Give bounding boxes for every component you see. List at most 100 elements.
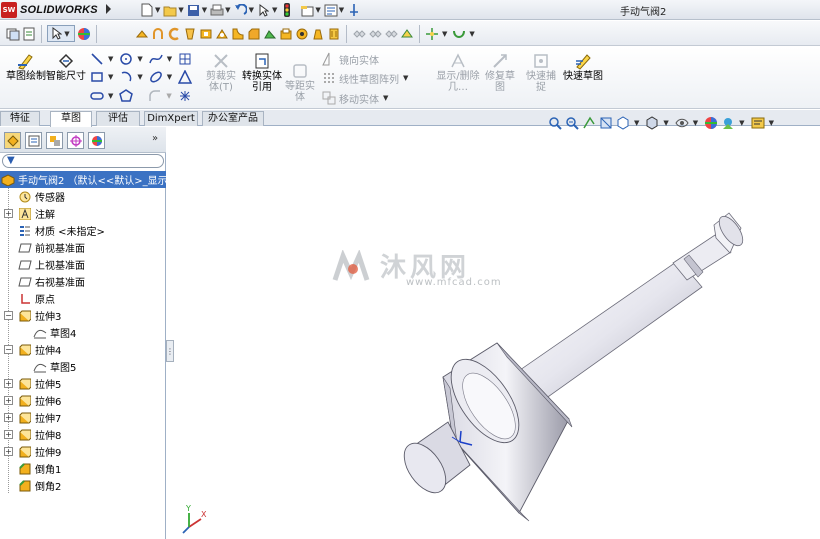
tree-item-extrude7[interactable]: + 拉伸7 [0,409,166,426]
rebuild-traffic-light-icon[interactable] [280,3,294,17]
expand-toggle-icon[interactable]: + [4,430,13,439]
tree-item-sensors[interactable]: 传感器 [0,188,166,205]
hole-wizard-icon[interactable] [295,27,309,41]
curves-icon[interactable] [452,27,466,41]
expand-toggle-icon[interactable]: + [4,447,13,456]
zoom-to-area-icon[interactable] [565,116,579,130]
expand-toggle-icon[interactable]: + [4,396,13,405]
move-dropdown-arrow[interactable]: ▼ [383,94,388,102]
collapse-toggle-icon[interactable]: − [4,345,13,354]
tree-item-top-plane[interactable]: 上视基准面 [0,256,166,273]
tab-office-products[interactable]: 办公室产品 [202,111,264,126]
text-icon[interactable] [178,70,193,84]
wrap-icon[interactable] [327,27,341,41]
tree-item-chamfer1[interactable]: 倒角1 [0,460,166,477]
document-icon[interactable] [22,27,36,41]
print-dropdown-arrow[interactable]: ▼ [225,6,230,14]
open-dropdown-arrow[interactable]: ▼ [178,6,183,14]
undo-icon[interactable] [234,3,248,17]
expand-toggle-icon[interactable]: + [4,413,13,422]
slot-icon[interactable] [90,89,104,103]
cut-revolve-icon[interactable] [215,27,229,41]
chamfer-icon[interactable] [247,27,261,41]
tab-features[interactable]: 特征 [0,111,40,126]
tree-item-extrude4[interactable]: − 拉伸4 [0,341,166,358]
mirror-entities-item[interactable]: 镜向实体 [322,51,379,67]
pin-icon[interactable] [347,3,361,17]
smart-dimension-button[interactable]: 智能尺寸 [46,51,86,82]
loft-boss-icon[interactable] [183,27,197,41]
scene-dropdown-arrow[interactable]: ▼ [739,119,744,127]
offset-entities-button[interactable]: 等距实体 [282,61,318,103]
tree-item-annotations[interactable]: + 注解 [0,205,166,222]
view-orientation-icon[interactable] [616,116,630,130]
fillet-icon[interactable] [231,27,245,41]
select-cursor-icon[interactable] [257,3,271,17]
hide-show-items-icon[interactable] [675,116,689,130]
linear-pattern-icon[interactable] [352,27,366,41]
graphics-viewport[interactable]: X Y [167,127,820,539]
revolve-boss-icon[interactable] [151,27,165,41]
layer-icon[interactable] [6,27,20,41]
save-icon[interactable] [187,3,201,17]
panel-collapse-handle[interactable]: ⋮ [166,340,174,362]
reference-dropdown-arrow[interactable]: ▼ [442,30,447,38]
apply-scene-icon[interactable] [721,116,735,130]
rapid-sketch-button[interactable]: 快速草图 [563,51,603,82]
tab-evaluate[interactable]: 评估 [96,111,140,126]
line-icon[interactable] [90,52,104,66]
draft-icon[interactable] [311,27,325,41]
move-entities-item[interactable]: 移动实体 ▼ [322,90,391,106]
sketch-button[interactable]: 草图绘制 [6,51,46,82]
tab-dimxpert[interactable]: DimXpert [144,111,198,126]
save-dropdown-arrow[interactable]: ▼ [202,6,207,14]
properties-dropdown-arrow[interactable]: ▼ [315,6,320,14]
tab-sketch[interactable]: 草图 [50,111,92,127]
rectangle-icon[interactable] [90,70,104,84]
quick-snaps-button[interactable]: 快速捕捉 [522,51,560,93]
extrude-boss-icon[interactable] [135,27,149,41]
more-tabs-chevron-icon[interactable]: » [152,133,158,144]
tree-filter-input[interactable]: ▼ [2,154,164,168]
options-icon[interactable] [324,3,338,17]
shell-icon[interactable] [279,27,293,41]
polygon-icon[interactable] [119,89,134,103]
hide-show-dropdown-arrow[interactable]: ▼ [693,119,698,127]
solidworks-logo[interactable]: SW SOLIDWORKS [1,1,104,19]
undo-dropdown-arrow[interactable]: ▼ [249,6,254,14]
previous-view-icon[interactable] [582,116,596,130]
tree-item-chamfer2[interactable]: 倒角2 [0,477,166,494]
new-document-icon[interactable] [140,3,154,17]
grid-icon[interactable] [178,52,192,66]
view-settings-dropdown-arrow[interactable]: ▼ [769,119,774,127]
collapse-toggle-icon[interactable]: − [4,311,13,320]
section-view-icon[interactable] [599,116,613,130]
tree-item-extrude9[interactable]: + 拉伸9 [0,443,166,460]
edit-appearance-icon[interactable] [704,116,718,130]
rib-icon[interactable] [263,27,277,41]
file-properties-icon[interactable] [300,3,314,17]
circle-icon[interactable] [119,52,133,66]
appearance-sphere-icon[interactable] [77,27,91,41]
tree-item-sketch4[interactable]: 草图4 [0,324,166,341]
expand-toggle-icon[interactable]: + [4,209,13,218]
trim-entities-button[interactable]: 剪裁实体(T) [203,51,239,93]
curves-dropdown-arrow[interactable]: ▼ [469,30,474,38]
print-icon[interactable] [210,3,224,17]
reference-point-icon[interactable] [425,27,439,41]
select-dropdown-arrow[interactable]: ▼ [272,6,277,14]
cut-extrude-icon[interactable] [199,27,213,41]
display-manager-tab-icon[interactable] [88,132,105,149]
tree-item-origin[interactable]: 原点 [0,290,166,307]
display-style-icon[interactable] [645,116,659,130]
mirror-icon[interactable] [384,27,398,41]
display-style-dropdown-arrow[interactable]: ▼ [663,119,668,127]
tree-item-right-plane[interactable]: 右视基准面 [0,273,166,290]
ellipse-icon[interactable] [149,70,163,84]
zoom-to-fit-icon[interactable] [548,116,562,130]
view-settings-icon[interactable] [751,116,765,130]
spline-icon[interactable] [149,52,163,66]
orientation-dropdown-arrow[interactable]: ▼ [634,119,639,127]
circular-pattern-icon[interactable] [368,27,382,41]
repair-sketch-button[interactable]: 修复草图 [481,51,519,93]
